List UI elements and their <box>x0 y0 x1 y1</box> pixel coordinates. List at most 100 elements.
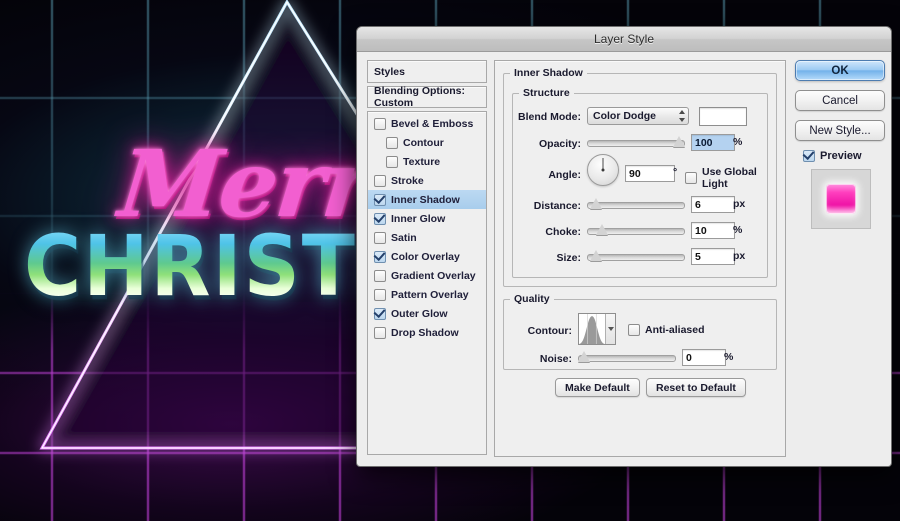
dialog-titlebar[interactable]: Layer Style <box>357 27 891 52</box>
style-effect-checkbox[interactable] <box>386 155 398 168</box>
anti-aliased-box[interactable] <box>628 324 640 336</box>
opacity-unit: % <box>733 136 743 148</box>
style-preview-thumbnail <box>811 169 871 229</box>
style-effect-item[interactable]: Stroke <box>368 171 486 190</box>
contour-picker[interactable] <box>578 313 616 345</box>
style-effect-checkbox[interactable] <box>374 193 386 206</box>
noise-unit: % <box>724 351 734 363</box>
distance-input[interactable] <box>691 196 735 213</box>
cancel-button[interactable]: Cancel <box>795 90 885 111</box>
blend-mode-select-wrap: NormalDissolveDarkenMultiplyColor BurnLi… <box>587 107 689 125</box>
style-effect-label: Bevel & Emboss <box>391 117 474 130</box>
angle-dial[interactable] <box>587 154 619 186</box>
opacity-slider-knob[interactable] <box>673 136 685 147</box>
style-effect-item[interactable]: Gradient Overlay <box>368 266 486 285</box>
styles-column: Styles Blending Options: Custom Bevel & … <box>367 60 487 455</box>
style-effect-item[interactable]: Pattern Overlay <box>368 285 486 304</box>
angle-label: Angle: <box>548 169 581 181</box>
distance-slider[interactable] <box>587 197 685 211</box>
style-effect-item[interactable]: Outer Glow <box>368 304 486 323</box>
style-effect-checkbox[interactable] <box>374 117 386 130</box>
action-buttons-column: OK Cancel New Style... Preview <box>795 60 885 229</box>
style-effect-label: Inner Shadow <box>391 193 460 206</box>
style-effect-checkbox[interactable] <box>374 326 386 339</box>
new-style-button[interactable]: New Style... <box>795 120 885 141</box>
style-effect-item[interactable]: Texture <box>368 152 486 171</box>
noise-input[interactable] <box>682 349 726 366</box>
style-effect-label: Color Overlay <box>391 250 460 263</box>
styles-header[interactable]: Styles <box>367 60 487 83</box>
ok-button[interactable]: OK <box>795 60 885 81</box>
style-effect-checkbox[interactable] <box>374 307 386 320</box>
use-global-light-checkbox[interactable]: Use Global Light <box>685 166 767 190</box>
anti-aliased-checkbox[interactable]: Anti-aliased <box>628 324 705 336</box>
structure-group-title: Structure <box>523 87 570 99</box>
style-effect-label: Drop Shadow <box>391 326 459 339</box>
preview-box[interactable] <box>803 150 815 162</box>
dialog-title: Layer Style <box>593 32 655 46</box>
use-global-light-box[interactable] <box>685 172 697 184</box>
blending-options-row[interactable]: Blending Options: Custom <box>367 85 487 109</box>
make-default-button[interactable]: Make Default <box>555 378 640 397</box>
opacity-slider-track <box>587 140 685 147</box>
style-effect-item[interactable]: Color Overlay <box>368 247 486 266</box>
distance-unit: px <box>733 198 746 210</box>
style-effect-label: Pattern Overlay <box>391 288 469 301</box>
style-effect-checkbox[interactable] <box>374 212 386 225</box>
style-effect-item[interactable]: Inner Glow <box>368 209 486 228</box>
distance-slider-knob[interactable] <box>590 198 602 209</box>
opacity-slider[interactable] <box>587 135 685 149</box>
choke-slider[interactable] <box>587 223 685 237</box>
opacity-input[interactable] <box>691 134 735 151</box>
size-slider[interactable] <box>587 249 685 263</box>
distance-label: Distance: <box>533 200 581 212</box>
dialog-body: Styles Blending Options: Custom Bevel & … <box>357 52 891 466</box>
angle-input[interactable] <box>625 165 675 182</box>
style-effect-item[interactable]: Satin <box>368 228 486 247</box>
angle-dial-hub <box>601 168 605 172</box>
preview-label: Preview <box>820 150 862 162</box>
size-slider-knob[interactable] <box>590 250 602 261</box>
style-effect-checkbox[interactable] <box>386 136 398 149</box>
choke-input[interactable] <box>691 222 735 239</box>
inner-shadow-color-swatch[interactable] <box>699 107 747 126</box>
preview-checkbox[interactable]: Preview <box>803 150 885 162</box>
structure-group: Structure Blend Mode: NormalDissolveDark… <box>512 87 768 278</box>
style-effect-item[interactable]: Inner Shadow <box>368 190 486 209</box>
opacity-label: Opacity: <box>538 138 581 150</box>
style-effect-label: Texture <box>403 155 441 168</box>
style-effect-checkbox[interactable] <box>374 269 386 282</box>
quality-group-title: Quality <box>514 293 550 305</box>
angle-unit: ° <box>673 166 678 178</box>
size-input[interactable] <box>691 248 735 265</box>
use-global-light-label: Use Global Light <box>702 166 757 190</box>
contour-dropdown-icon[interactable] <box>605 314 615 344</box>
effect-settings-panel: Inner Shadow Structure Blend Mode: Norma… <box>494 60 786 457</box>
style-effect-label: Inner Glow <box>391 212 446 225</box>
style-effect-item[interactable]: Contour <box>368 133 486 152</box>
styles-effect-list[interactable]: Bevel & Emboss Contour Texture Stroke Inner … <box>367 111 487 455</box>
style-effect-checkbox[interactable] <box>374 231 386 244</box>
style-effect-checkbox[interactable] <box>374 288 386 301</box>
anti-aliased-label: Anti-aliased <box>645 324 705 336</box>
style-effect-checkbox[interactable] <box>374 250 386 263</box>
choke-label: Choke: <box>545 226 581 238</box>
choke-slider-knob[interactable] <box>596 224 608 235</box>
style-effect-label: Gradient Overlay <box>391 269 476 282</box>
choke-unit: % <box>733 224 743 236</box>
reset-to-default-button[interactable]: Reset to Default <box>646 378 746 397</box>
noise-slider-knob[interactable] <box>578 351 590 362</box>
size-slider-track <box>587 254 685 261</box>
style-effect-label: Satin <box>391 231 417 244</box>
style-effect-label: Contour <box>403 136 444 149</box>
inner-shadow-group: Inner Shadow Structure Blend Mode: Norma… <box>503 67 777 287</box>
style-effect-item[interactable]: Bevel & Emboss <box>368 114 486 133</box>
style-effect-item[interactable]: Drop Shadow <box>368 323 486 342</box>
contour-label: Contour: <box>527 325 572 337</box>
blend-mode-select[interactable]: NormalDissolveDarkenMultiplyColor BurnLi… <box>587 107 689 125</box>
noise-slider-track <box>578 355 676 362</box>
styles-header-label: Styles <box>374 65 405 78</box>
preview-chip <box>826 184 856 214</box>
style-effect-checkbox[interactable] <box>374 174 386 187</box>
noise-slider[interactable] <box>578 350 676 364</box>
